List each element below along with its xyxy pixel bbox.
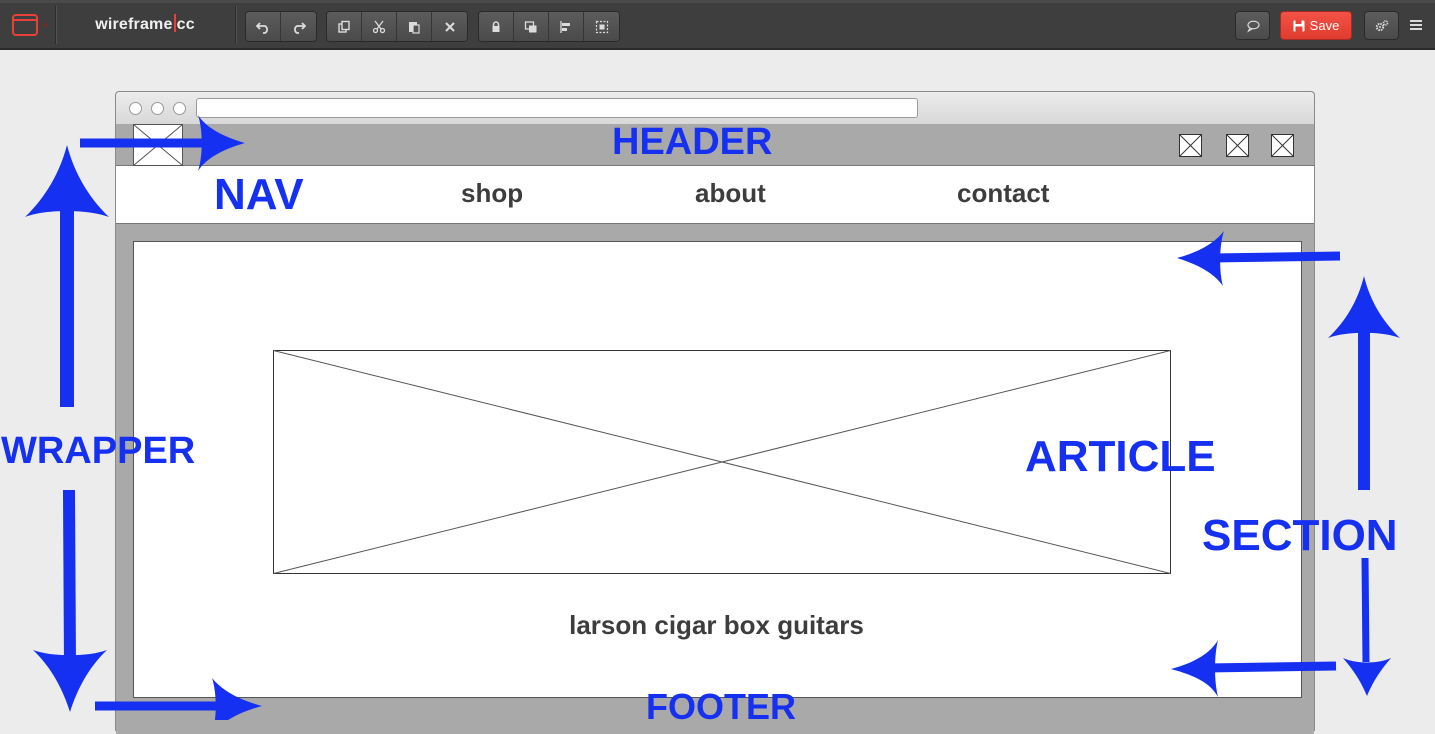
- group-button[interactable]: [584, 12, 619, 41]
- section-up-arrow-icon: [1328, 276, 1400, 338]
- annotation-nav: NAV: [214, 170, 304, 219]
- lock-icon: [492, 20, 500, 32]
- title-cursor: [173, 14, 176, 32]
- save-button[interactable]: Save: [1280, 11, 1352, 40]
- bring-front-button[interactable]: [514, 12, 549, 41]
- section-down-arrow-icon: [1343, 658, 1391, 696]
- floppy-icon: [1293, 20, 1305, 31]
- wrapper-up-arrow-icon: [25, 145, 109, 217]
- undo-icon: [256, 21, 268, 34]
- group-icon: [595, 20, 608, 33]
- cut-button[interactable]: [362, 12, 397, 41]
- lock-button[interactable]: [479, 12, 514, 41]
- arrange-group: [478, 11, 620, 42]
- window-dot: [151, 102, 164, 115]
- wrapper-down-arrow-icon: [33, 650, 107, 712]
- app-logo-icon[interactable]: [12, 14, 38, 36]
- menu-icon[interactable]: [1408, 17, 1424, 33]
- comment-icon: [1246, 20, 1260, 33]
- bring-front-icon: [524, 20, 537, 32]
- annotation-wrapper: WRAPPER: [1, 430, 196, 472]
- copy-button[interactable]: [327, 12, 362, 41]
- annotation-section: SECTION: [1202, 511, 1398, 560]
- app-title-suffix: cc: [176, 16, 195, 33]
- nav-link-contact[interactable]: contact: [957, 178, 1049, 209]
- cut-icon: [372, 20, 386, 33]
- paste-button[interactable]: [397, 12, 432, 41]
- align-icon: [560, 20, 570, 33]
- nav-link-shop[interactable]: shop: [461, 178, 523, 209]
- toolbar-divider: [235, 6, 236, 44]
- window-dot: [129, 102, 142, 115]
- delete-button[interactable]: [432, 12, 467, 41]
- settings-icon: [1375, 19, 1388, 31]
- save-label: Save: [1309, 18, 1340, 33]
- article-caption[interactable]: larson cigar box guitars: [134, 610, 1299, 641]
- social-placeholder-icon[interactable]: [1179, 134, 1202, 157]
- annotation-article: ARTICLE: [1025, 432, 1216, 481]
- history-group: [245, 11, 317, 42]
- logo-caret-icon: [44, 22, 48, 28]
- delete-icon: [444, 21, 455, 32]
- app-title: wireframe cc: [55, 0, 235, 50]
- nav-link-about[interactable]: about: [695, 178, 766, 209]
- social-placeholder-icon[interactable]: [1226, 134, 1249, 157]
- app-toolbar: wireframe cc Save: [0, 0, 1435, 50]
- comment-button[interactable]: [1235, 11, 1270, 40]
- paste-icon: [409, 21, 420, 34]
- settings-button[interactable]: [1364, 11, 1399, 40]
- redo-icon: [293, 21, 306, 34]
- window-dot: [173, 102, 186, 115]
- redo-button[interactable]: [281, 12, 316, 41]
- annotation-header: HEADER: [612, 121, 773, 163]
- social-placeholder-icon[interactable]: [1271, 134, 1294, 157]
- app-title-main: wireframe: [95, 16, 173, 33]
- undo-button[interactable]: [246, 12, 281, 41]
- align-button[interactable]: [549, 12, 584, 41]
- annotation-footer: FOOTER: [646, 686, 796, 727]
- edit-group: [326, 11, 468, 42]
- logo-placeholder-icon[interactable]: [133, 124, 183, 166]
- url-bar[interactable]: [196, 98, 918, 118]
- copy-icon: [338, 20, 350, 33]
